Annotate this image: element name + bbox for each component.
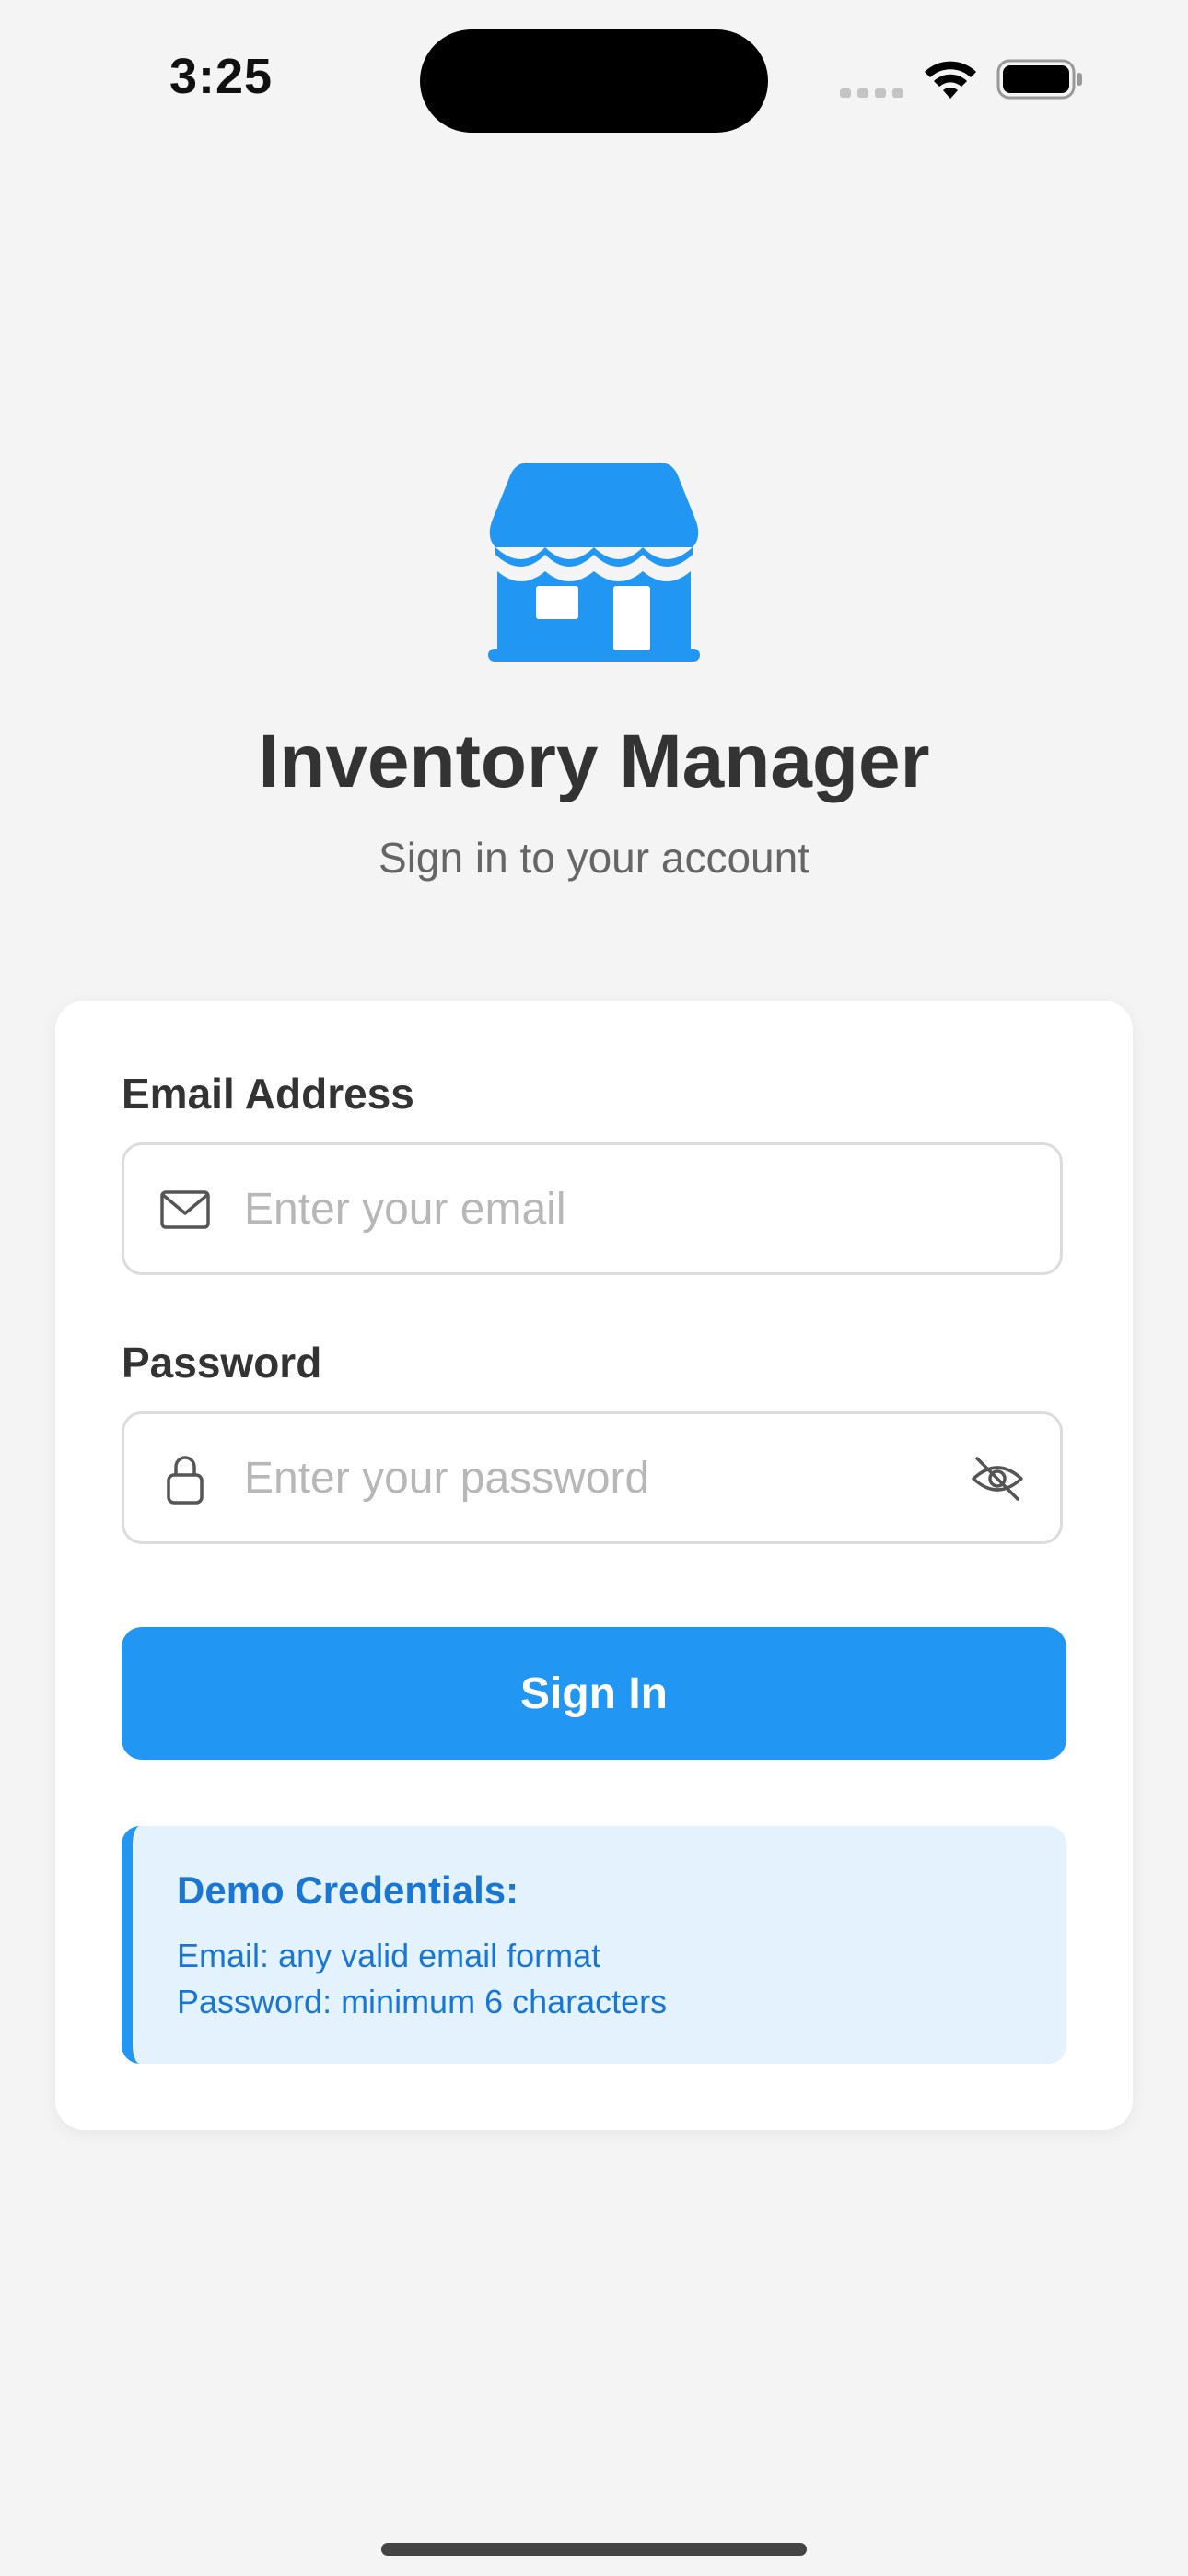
- password-field[interactable]: [122, 1411, 1063, 1544]
- email-input[interactable]: [244, 1145, 1036, 1272]
- demo-password-hint: Password: minimum 6 characters: [177, 1983, 668, 2020]
- demo-credentials-box: Demo Credentials: Email: any valid email…: [122, 1826, 1066, 2064]
- login-card: Email Address Password Sign In Demo Cred…: [55, 1001, 1133, 2130]
- home-indicator[interactable]: [381, 2543, 807, 2556]
- password-label: Password: [122, 1339, 322, 1387]
- mail-icon: [160, 1190, 210, 1229]
- demo-credentials-title: Demo Credentials:: [177, 1868, 519, 1912]
- eye-off-icon[interactable]: [970, 1451, 1025, 1506]
- lock-icon: [167, 1456, 204, 1505]
- cellular-signal-icon: [840, 88, 903, 98]
- email-label: Email Address: [122, 1070, 414, 1118]
- dynamic-island: [420, 29, 768, 133]
- status-time: 3:25: [169, 49, 274, 104]
- storefront-icon: [488, 463, 700, 662]
- battery-icon: [996, 59, 1082, 100]
- password-input[interactable]: [244, 1414, 926, 1541]
- app-subtitle: Sign in to your account: [379, 834, 809, 882]
- email-field[interactable]: [122, 1142, 1063, 1275]
- app-title: Inventory Manager: [258, 720, 930, 803]
- wifi-icon: [925, 61, 976, 99]
- demo-email-hint: Email: any valid email format: [177, 1937, 601, 1974]
- status-bar: 3:25: [0, 0, 1188, 157]
- sign-in-button[interactable]: Sign In: [122, 1627, 1066, 1760]
